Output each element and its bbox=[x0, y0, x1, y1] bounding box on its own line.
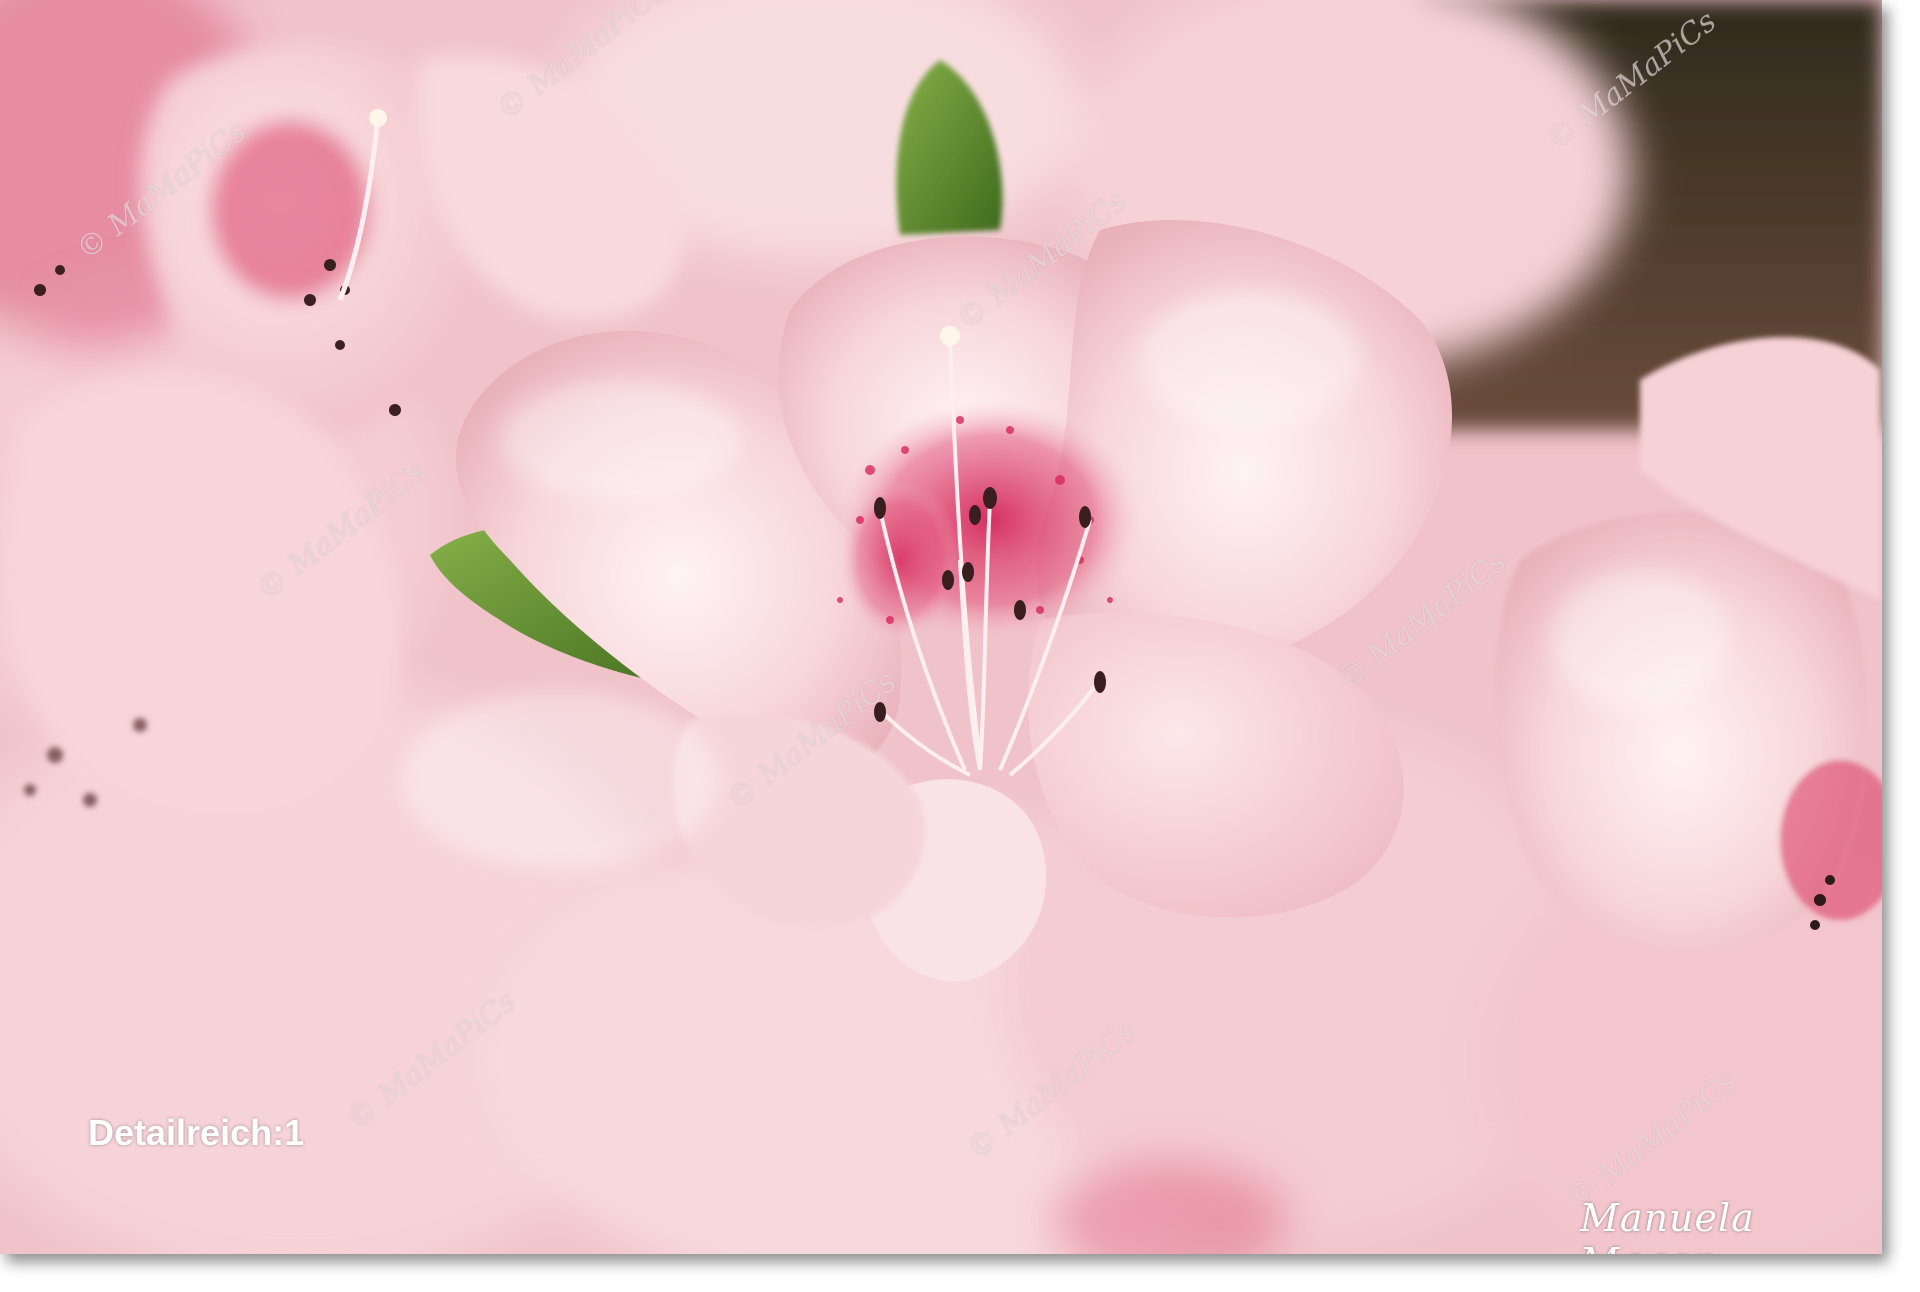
photo-caption: Detailreich:1 bbox=[88, 1112, 305, 1153]
flower-photo: © MaMaPiCs © MaMaPiCs © MaMaPiCs © MaMaP… bbox=[0, 0, 1882, 1254]
azalea-blossoms-image bbox=[0, 0, 1882, 1254]
photographer-signature: Manuela Mager bbox=[1580, 1196, 1755, 1254]
